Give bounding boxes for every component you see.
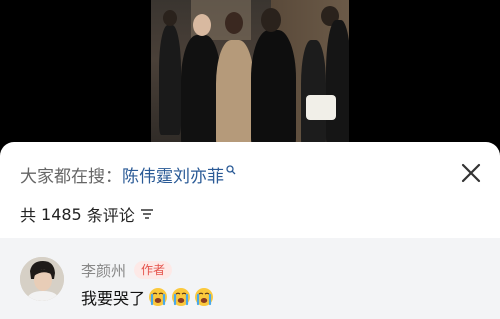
comment-count-suffix: 条评论 [86,206,135,225]
video-person-head [163,10,177,26]
video-person-head [193,14,211,36]
comment-item: 李颜州 作者 我要哭了 [0,238,500,319]
video-person-head [225,12,243,34]
comment-body: 我要哭了 [81,289,146,308]
video-person [326,20,349,150]
filter-icon[interactable] [140,208,154,220]
close-icon[interactable] [460,162,482,184]
comments-sheet: 大家都在搜： 陈伟霆刘亦菲 共 1485 条评论 李颜州 作者 我要哭了 [0,142,500,319]
crying-face-icon [149,288,168,306]
comment-count-prefix: 共 [20,206,37,225]
video-frame [151,0,349,150]
crying-face-icon [195,288,214,306]
avatar[interactable] [20,257,64,301]
comment-count: 共 1485 条评论 [20,203,154,225]
author-badge: 作者 [134,261,173,279]
video-person-head [261,8,281,32]
avatar-image [20,257,64,301]
trending-search-label: 大家都在搜： [20,166,122,187]
video-person [251,30,296,150]
search-icon [226,165,236,175]
comment-text: 我要哭了 [81,286,214,308]
comment-count-number: 1485 [41,204,82,224]
trending-search[interactable]: 大家都在搜： 陈伟霆刘亦菲 [20,162,236,187]
trending-search-term[interactable]: 陈伟霆刘亦菲 [122,162,224,187]
video-player[interactable] [0,0,500,150]
video-light [306,95,336,120]
video-person [159,25,181,135]
video-person [216,40,254,150]
comment-author-row: 李颜州 作者 [81,260,173,281]
crying-face-icon [172,288,191,306]
video-person [181,35,221,150]
comment-author-name[interactable]: 李颜州 [81,260,126,281]
